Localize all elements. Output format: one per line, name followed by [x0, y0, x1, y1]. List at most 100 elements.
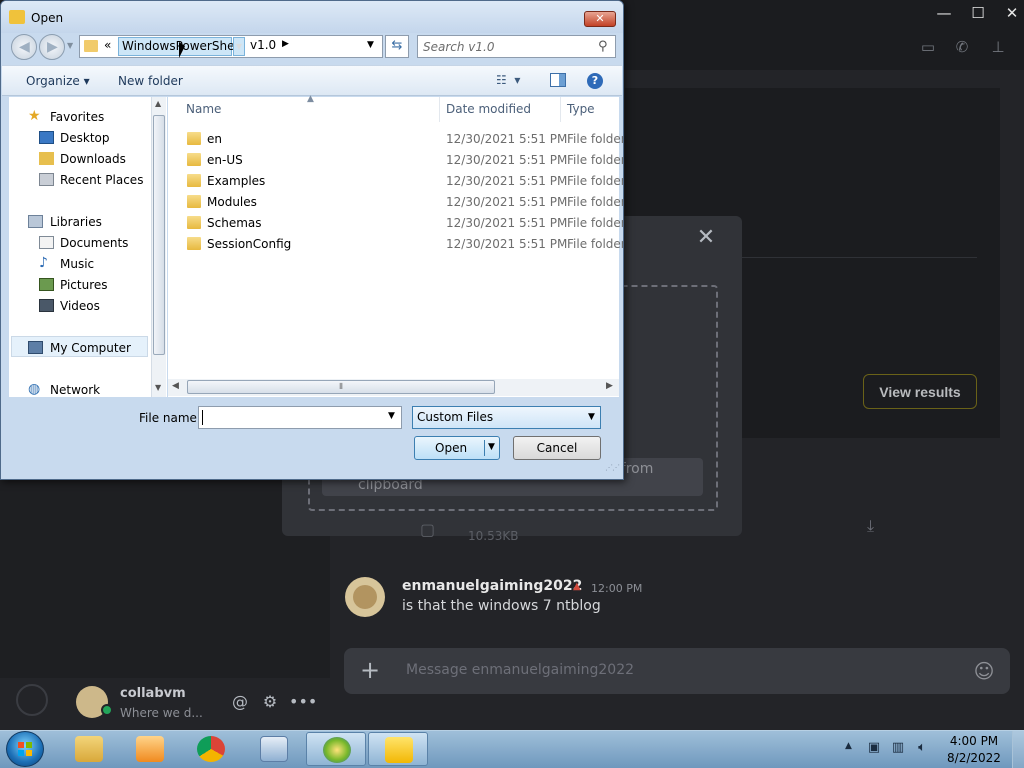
- nav-label: Music: [60, 257, 95, 271]
- file-name-input[interactable]: [203, 409, 383, 426]
- window-maximize-button[interactable]: ☐: [966, 4, 990, 22]
- chevron-down-icon[interactable]: ▼: [388, 411, 395, 421]
- server-icon[interactable]: [16, 684, 48, 716]
- network-status-icon[interactable]: ▥: [890, 740, 906, 756]
- file-name: en-US: [207, 153, 243, 167]
- chevron-right-icon[interactable]: ▶: [282, 39, 289, 49]
- organize-button[interactable]: Organize ▾: [26, 74, 90, 88]
- taskbar-media-player[interactable]: [120, 732, 180, 766]
- taskbar-chrome[interactable]: [181, 732, 241, 766]
- table-row[interactable]: en-US 12/30/2021 5:51 PM File folder: [168, 149, 623, 170]
- new-folder-button[interactable]: New folder: [118, 74, 183, 88]
- scrollbar-thumb[interactable]: ⦀: [187, 380, 495, 394]
- taskbar-windows-explorer[interactable]: [306, 732, 366, 766]
- documents-icon: [39, 236, 54, 249]
- taskbar-discord-app[interactable]: [368, 732, 428, 766]
- table-row[interactable]: SessionConfig 12/30/2021 5:51 PM File fo…: [168, 233, 623, 254]
- nav-label: Libraries: [50, 215, 102, 229]
- open-button-label: Open: [435, 441, 468, 455]
- resize-grip-icon[interactable]: ⋰⋰: [605, 463, 620, 472]
- table-row[interactable]: Schemas 12/30/2021 5:51 PM File folder: [168, 212, 623, 233]
- address-dropdown-icon[interactable]: ▼: [367, 40, 374, 50]
- videos-icon: [39, 299, 54, 312]
- add-attachment-icon[interactable]: +: [358, 658, 382, 682]
- open-button[interactable]: Open ▼: [414, 436, 500, 460]
- emoji-icon[interactable]: ☺: [972, 659, 996, 683]
- search-input[interactable]: [423, 38, 593, 55]
- close-button[interactable]: ✕: [584, 11, 616, 27]
- phone-call-icon[interactable]: ✆: [952, 38, 972, 56]
- folder-icon: [187, 174, 201, 187]
- table-row[interactable]: Modules 12/30/2021 5:51 PM File folder: [168, 191, 623, 212]
- arrow-left-icon: ◀: [19, 39, 30, 55]
- search-box[interactable]: ⚲: [417, 35, 616, 58]
- dialog-titlebar[interactable]: [1, 1, 623, 33]
- chevron-down-icon[interactable]: ▼: [233, 37, 245, 56]
- help-button[interactable]: ?: [587, 73, 603, 89]
- column-separator[interactable]: [439, 97, 440, 122]
- file-name-combobox[interactable]: ▼: [198, 406, 402, 429]
- windows-logo-icon: [18, 742, 32, 756]
- change-view-button[interactable]: ☷ ▾: [496, 73, 520, 87]
- control-panel-icon: [260, 736, 288, 762]
- table-row[interactable]: en 12/30/2021 5:51 PM File folder: [168, 128, 623, 149]
- forward-button[interactable]: ▶: [39, 34, 65, 60]
- column-header-type[interactable]: Type: [567, 97, 595, 122]
- more-icon[interactable]: •••: [289, 692, 317, 712]
- modal-close-icon[interactable]: ✕: [694, 226, 718, 250]
- volume-icon[interactable]: 🔈︎: [914, 740, 930, 756]
- file-list: Name ▲ Date modified Type en 12/30/2021 …: [168, 94, 623, 397]
- message-input[interactable]: Message enmanuelgaiming2022: [406, 662, 634, 678]
- folder-icon: [75, 736, 103, 762]
- address-overflow-chevron[interactable]: «: [104, 38, 111, 52]
- avatar[interactable]: [345, 577, 385, 617]
- scroll-left-icon[interactable]: ◀: [172, 381, 179, 391]
- show-hidden-icons-button[interactable]: ▲: [845, 741, 852, 751]
- folder-icon: [187, 132, 201, 145]
- mention-icon[interactable]: @: [229, 692, 251, 712]
- view-results-button[interactable]: View results: [863, 374, 977, 409]
- refresh-button[interactable]: ⇆: [385, 35, 409, 58]
- message-text: is that the windows 7 ntblog: [402, 598, 601, 614]
- split-divider: [484, 440, 485, 456]
- window-minimize-button[interactable]: —: [932, 4, 956, 22]
- gear-icon[interactable]: ⚙: [259, 692, 281, 712]
- breadcrumb-windowspowershell[interactable]: WindowsPowerShell: [118, 37, 241, 56]
- chevron-down-icon[interactable]: ▼: [588, 407, 595, 428]
- taskbar-control-panel[interactable]: [244, 732, 304, 766]
- recent-locations-button[interactable]: ▼: [67, 41, 73, 50]
- preview-pane-button[interactable]: [550, 73, 566, 87]
- table-row[interactable]: Examples 12/30/2021 5:51 PM File folder: [168, 170, 623, 191]
- file-type-select[interactable]: Custom Files ▼: [412, 406, 601, 429]
- pin-icon[interactable]: ⊥: [988, 38, 1008, 56]
- start-button[interactable]: [6, 731, 44, 767]
- nav-scrollbar[interactable]: ▲ ▼: [151, 97, 166, 397]
- column-separator[interactable]: [560, 97, 561, 122]
- pictures-icon: [39, 278, 54, 291]
- scrollbar-thumb[interactable]: [153, 115, 165, 355]
- clock-date[interactable]: 8/2/2022: [943, 751, 1005, 765]
- video-call-icon[interactable]: ▭: [918, 38, 938, 56]
- scroll-up-icon[interactable]: ▲: [155, 99, 161, 108]
- windows-orb-icon: [323, 737, 351, 763]
- search-icon[interactable]: ⚲: [598, 39, 608, 54]
- chevron-down-icon[interactable]: ▼: [488, 442, 495, 452]
- download-icon[interactable]: ⤓: [867, 516, 874, 536]
- clock-time[interactable]: 4:00 PM: [943, 734, 1005, 748]
- breadcrumb-v1[interactable]: v1.0: [250, 38, 276, 52]
- cancel-button[interactable]: Cancel: [513, 436, 601, 460]
- column-header-date-modified[interactable]: Date modified: [446, 97, 531, 122]
- show-desktop-button[interactable]: [1012, 731, 1024, 768]
- taskbar-explorer[interactable]: [59, 732, 119, 766]
- computer-icon: [28, 341, 43, 354]
- message-author[interactable]: enmanuelgaiming2022: [402, 578, 582, 594]
- address-bar[interactable]: « WindowsPowerShell ▼ v1.0 ▶ ▼: [79, 35, 383, 58]
- action-center-icon[interactable]: ▣: [866, 740, 882, 756]
- horizontal-scrollbar[interactable]: ◀ ⦀ ▶: [168, 379, 619, 396]
- scroll-right-icon[interactable]: ▶: [606, 381, 613, 391]
- back-button[interactable]: ◀: [11, 34, 37, 60]
- file-type: File folder: [567, 216, 624, 230]
- scroll-down-icon[interactable]: ▼: [155, 383, 161, 392]
- window-close-button[interactable]: ✕: [1000, 4, 1024, 22]
- column-header-name[interactable]: Name: [186, 97, 221, 122]
